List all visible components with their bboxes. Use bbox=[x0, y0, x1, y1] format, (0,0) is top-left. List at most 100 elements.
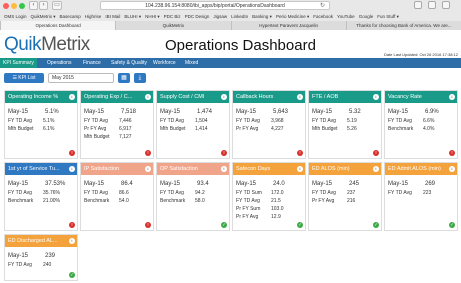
new-tab-icon[interactable] bbox=[442, 1, 450, 9]
kpi-row-label: May-15 bbox=[236, 181, 257, 187]
kpi-card[interactable]: 1st yr of Service Tu... i May-15 37.53% FY T… bbox=[4, 162, 78, 231]
forward-button[interactable]: › bbox=[39, 1, 48, 10]
info-icon[interactable]: i bbox=[69, 238, 75, 244]
logo: QuikMetrix bbox=[4, 34, 90, 55]
nav-tab-mixed[interactable]: Mixed bbox=[182, 58, 201, 68]
kpi-row-value: 94.2 bbox=[195, 190, 205, 196]
kpi-row-value: 58.0 bbox=[195, 198, 205, 204]
kpi-card[interactable]: FTE / AOB i May-15 5.32 FY TD Avg 5.19 Mth Bud… bbox=[308, 90, 382, 159]
kpi-card[interactable]: Callback Hours i May-15 5,643 FY TD Avg 3,968… bbox=[232, 90, 306, 159]
info-icon[interactable]: i bbox=[145, 94, 151, 100]
back-button[interactable]: ‹ bbox=[29, 1, 38, 10]
kpi-card[interactable]: Supply Cost / CMI i May-15 1,474 FY TD Avg 1,… bbox=[156, 90, 230, 159]
info-icon[interactable]: i bbox=[221, 166, 227, 172]
bookmark-item[interactable]: PDC Biz bbox=[164, 14, 181, 19]
reload-icon[interactable]: ↻ bbox=[320, 2, 325, 10]
kpi-row: May-15 5.1% bbox=[5, 107, 77, 117]
bookmark-item[interactable]: Facebook bbox=[313, 14, 333, 19]
browser-tab[interactable]: Hypertext Paravent Jacquelin bbox=[230, 21, 346, 30]
kpi-row-label: FY TD Avg bbox=[84, 118, 108, 124]
kpi-row-value: 5.26 bbox=[347, 126, 357, 132]
info-icon[interactable]: i bbox=[373, 94, 379, 100]
bookmark-item[interactable]: YouTube bbox=[337, 14, 355, 19]
kpi-card[interactable]: ED ALOS (min) i May-15 245 FY TD Avg 237 Pr FY… bbox=[308, 162, 382, 231]
kpi-card-title: ED Discharged AL... i bbox=[5, 235, 77, 247]
bookmark-item[interactable]: Perio Medicine ▾ bbox=[276, 14, 309, 19]
bookmark-item[interactable]: NHHI ▾ bbox=[145, 14, 160, 19]
kpi-card-title-text: Supply Cost / CMI bbox=[160, 94, 205, 100]
kpi-card[interactable]: ED Admit ALOS (min) i May-15 269 FY TD Avg 22… bbox=[384, 162, 458, 231]
kpi-row-label: Benchmark bbox=[84, 198, 110, 204]
kpi-row-label: May-15 bbox=[160, 181, 181, 187]
info-icon[interactable]: i bbox=[145, 166, 151, 172]
kpi-row-value: 12.9 bbox=[271, 214, 281, 220]
calendar-icon[interactable]: ▦ bbox=[118, 73, 130, 83]
kpi-card-title: Vacancy Rate i bbox=[385, 91, 457, 103]
info-icon[interactable]: i bbox=[449, 94, 455, 100]
kpi-row: Pr FY Sum 103.0 bbox=[233, 205, 305, 213]
bookmark-item[interactable]: LinkedIn bbox=[231, 14, 248, 19]
bookmark-item[interactable]: IBI Mail bbox=[105, 14, 120, 19]
browser-tab[interactable]: QuikMetrix bbox=[115, 21, 231, 30]
download-icon[interactable] bbox=[414, 1, 422, 9]
info-icon[interactable]: i bbox=[297, 94, 303, 100]
bookmark-item[interactable]: Highrise bbox=[85, 14, 102, 19]
kpi-list-button[interactable]: ☰ KPI List bbox=[4, 73, 44, 83]
info-icon[interactable]: i bbox=[221, 94, 227, 100]
kpi-row: Mth Budget 5.26 bbox=[309, 125, 381, 133]
info-icon[interactable]: i bbox=[449, 166, 455, 172]
bookmark-item[interactable]: PDC Design bbox=[185, 14, 210, 19]
download-icon[interactable]: ⤓ bbox=[134, 73, 146, 83]
nav-tab-finance[interactable]: Finance bbox=[80, 58, 104, 68]
bookmark-item[interactable]: Banking ▾ bbox=[252, 14, 272, 19]
nav-tab-workforce[interactable]: Workforce bbox=[150, 58, 179, 68]
kpi-row-value: 93.4 bbox=[197, 181, 209, 187]
bookmarks-bar: OMS Login QuikMetrix ▾ Basecamp Highrise IBI… bbox=[0, 12, 461, 21]
kpi-row: Mth Budget 6.1% bbox=[5, 125, 77, 133]
maximize-window-icon[interactable] bbox=[19, 3, 25, 9]
kpi-card[interactable]: Operating Exp / C... i May-15 7,518 FY TD Av… bbox=[80, 90, 154, 159]
kpi-row: FY TD Avg 35.76% bbox=[5, 189, 77, 197]
kpi-row-label: FY TD Avg bbox=[388, 118, 412, 124]
nav-tab-operations[interactable]: Operations bbox=[44, 58, 74, 68]
controls-bar: ☰ KPI List May 2015 ▦ ⤓ bbox=[0, 68, 461, 88]
close-window-icon[interactable] bbox=[3, 3, 9, 9]
status-up-icon: ✓ bbox=[449, 222, 455, 228]
bookmark-item[interactable]: QuikMetrix ▾ bbox=[31, 14, 56, 19]
browser-tab[interactable]: Operations Dashboard bbox=[0, 21, 116, 30]
kpi-row: May-15 6.9% bbox=[385, 107, 457, 117]
status-up-icon: ✓ bbox=[221, 222, 227, 228]
bookmark-item[interactable]: Jigsaw bbox=[213, 14, 227, 19]
kpi-row: FY TD Avg 86.6 bbox=[81, 189, 153, 197]
kpi-row-label: FY TD Avg bbox=[8, 118, 32, 124]
nav-tab-safety-quality[interactable]: Safety & Quality bbox=[108, 58, 150, 68]
kpi-card[interactable]: OP Satisfaction i May-15 93.4 FY TD Avg 94.2 B… bbox=[156, 162, 230, 231]
kpi-card-title: ED Admit ALOS (min) i bbox=[385, 163, 457, 175]
kpi-card[interactable]: Operating Income % i May-15 5.1% FY TD Avg 5.… bbox=[4, 90, 78, 159]
info-icon[interactable]: i bbox=[69, 94, 75, 100]
kpi-card[interactable]: Safecon Days i May-15 24.0 FY TD Sum 172.0 FY … bbox=[232, 162, 306, 231]
minimize-window-icon[interactable] bbox=[11, 3, 17, 9]
info-icon[interactable]: i bbox=[297, 166, 303, 172]
browser-tab[interactable]: Thanks for choosing Bank of America. We … bbox=[345, 21, 461, 30]
share-icon[interactable] bbox=[428, 1, 436, 9]
kpi-row-label: Mth Budget bbox=[312, 126, 338, 132]
address-bar[interactable]: 104.238.96.154:8080/ibi_apps/bip/portal/… bbox=[100, 1, 330, 10]
kpi-card[interactable]: IP Satisfaction i May-15 86.4 FY TD Avg 86.6 B… bbox=[80, 162, 154, 231]
kpi-row-value: 7,127 bbox=[119, 134, 132, 140]
kpi-row-label: May-15 bbox=[388, 181, 409, 187]
bookmark-item[interactable]: Fun Stuff ▾ bbox=[377, 14, 399, 19]
bookmark-item[interactable]: BLUHI ▾ bbox=[124, 14, 141, 19]
info-icon[interactable]: i bbox=[373, 166, 379, 172]
bookmark-item[interactable]: Basecamp bbox=[60, 14, 81, 19]
kpi-row-label: May-15 bbox=[8, 253, 29, 259]
nav-tab-kpi-summary[interactable]: KPI Summary bbox=[0, 58, 37, 68]
kpi-row-value: 6.9% bbox=[425, 109, 439, 115]
info-icon[interactable]: i bbox=[69, 166, 75, 172]
month-select[interactable]: May 2015 bbox=[48, 73, 114, 83]
kpi-card[interactable]: Vacancy Rate i May-15 6.9% FY TD Avg 6.6% Benc… bbox=[384, 90, 458, 159]
bookmark-item[interactable]: Google bbox=[359, 14, 374, 19]
sidebar-toggle-icon[interactable]: ▭ bbox=[52, 1, 62, 10]
bookmark-item[interactable]: OMS Login bbox=[4, 14, 27, 19]
kpi-card[interactable]: ED Discharged AL... i May-15 239 FY TD Avg 24… bbox=[4, 234, 78, 281]
